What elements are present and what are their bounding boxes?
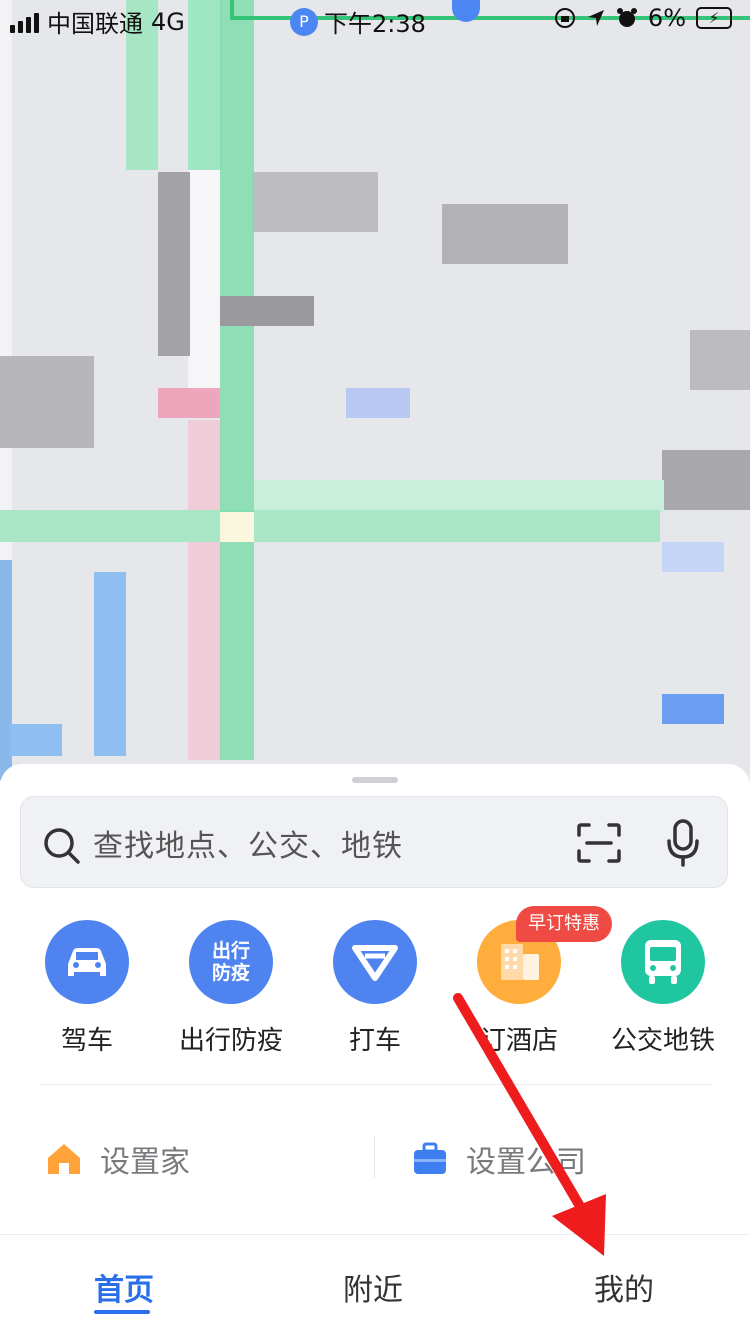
map-block: [662, 450, 750, 510]
map-road: [220, 0, 254, 760]
network-label: 4G: [151, 7, 185, 36]
epidemic-icon: 出行 防疫: [189, 920, 273, 1004]
tab-nearby[interactable]: 附近: [343, 1265, 403, 1309]
set-company-link[interactable]: 设置公司: [412, 1134, 586, 1184]
map-block: [220, 296, 314, 326]
map-block: [158, 172, 190, 356]
carrier-label: 中国联通: [47, 10, 143, 38]
shortcut-epidemic[interactable]: 出行 防疫 出行防疫: [156, 920, 306, 1057]
orientation-lock-icon: [554, 8, 575, 28]
map-road: [188, 420, 222, 760]
status-center: P 下午2:38: [290, 4, 426, 39]
map-view[interactable]: [0, 0, 750, 780]
map-road: [254, 480, 664, 512]
quick-link-separator: [374, 1136, 375, 1178]
map-block: [252, 172, 378, 232]
map-road: [0, 510, 660, 542]
map-block: [0, 356, 94, 448]
active-tab-indicator: [94, 1310, 150, 1314]
car-icon: [45, 920, 129, 1004]
scan-icon[interactable]: [577, 823, 621, 863]
briefcase-icon: [414, 1142, 446, 1174]
tab-mine[interactable]: 我的: [594, 1265, 654, 1309]
status-bar: 中国联通 4G P 下午2:38 6% ⚡: [0, 0, 750, 40]
search-bar[interactable]: 查找地点、公交、地铁: [20, 796, 728, 888]
shortcut-label: 出行防疫: [178, 1026, 283, 1056]
status-left: 中国联通 4G: [10, 4, 185, 39]
map-block: [158, 388, 220, 418]
tab-home[interactable]: 首页: [94, 1265, 154, 1309]
alarm-icon: [616, 8, 637, 27]
shortcut-label: 公交地铁: [610, 1026, 715, 1056]
set-home-label: 设置家: [100, 1145, 190, 1180]
bus-icon: [621, 920, 705, 1004]
map-poi-area: [662, 694, 724, 724]
battery-icon: ⚡: [696, 7, 732, 29]
map-block: [442, 204, 568, 264]
map-road: [188, 170, 222, 390]
parking-icon: P: [290, 7, 318, 36]
map-pin-icon: [452, 0, 480, 22]
set-home-link[interactable]: 设置家: [46, 1134, 190, 1184]
shortcut-label: 驾车: [60, 1026, 113, 1056]
signal-icon: [10, 11, 39, 33]
mic-icon[interactable]: [665, 819, 701, 867]
map-intersection: [220, 512, 254, 542]
shortcut-row: 驾车 出行 防疫 出行防疫 打车 订酒店 公交地铁: [0, 920, 750, 1060]
search-placeholder: 查找地点、公交、地铁: [93, 829, 403, 864]
sheet-drag-handle[interactable]: [352, 777, 398, 783]
set-company-label: 设置公司: [466, 1145, 586, 1180]
status-right: 6% ⚡: [554, 4, 732, 32]
clock-label: 下午2:38: [324, 10, 426, 38]
shortcut-label: 订酒店: [479, 1026, 558, 1056]
location-arrow-icon: [587, 10, 604, 26]
map-water: [10, 724, 62, 756]
shortcut-drive[interactable]: 驾车: [12, 920, 162, 1057]
section-divider: [40, 1084, 712, 1085]
shortcut-taxi[interactable]: 打车: [300, 920, 450, 1057]
search-icon: [44, 828, 80, 864]
map-block: [690, 330, 750, 390]
map-poi-area: [346, 388, 410, 418]
hotel-promo-badge: 早订特惠: [516, 906, 612, 942]
home-icon: [48, 1144, 80, 1174]
bottom-tab-bar: 首页 附近 我的: [0, 1234, 750, 1335]
map-poi-area: [662, 542, 724, 572]
shortcut-transit[interactable]: 公交地铁: [588, 920, 738, 1057]
shortcut-label: 打车: [348, 1026, 401, 1056]
taxi-icon: [333, 920, 417, 1004]
battery-percent: 6%: [647, 4, 686, 32]
map-water: [94, 572, 126, 756]
